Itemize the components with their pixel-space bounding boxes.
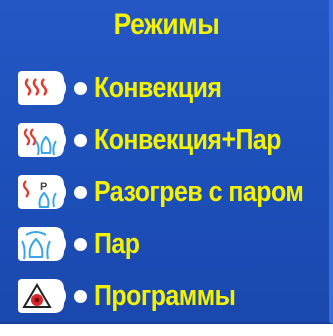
mode-item-programs[interactable]: Программы xyxy=(16,268,333,324)
mode-label: Разогрев с паром xyxy=(94,175,304,208)
convection-steam-icon xyxy=(16,119,68,161)
bullet-dot xyxy=(74,185,87,199)
panel-title: Режимы xyxy=(113,8,220,41)
convection-icon xyxy=(16,67,68,109)
preheat-steam-icon: P xyxy=(16,171,68,213)
mode-item-convection[interactable]: Конвекция xyxy=(16,60,333,116)
mode-label: Программы xyxy=(94,279,236,312)
programs-icon xyxy=(16,275,68,317)
mode-label: Пар xyxy=(94,227,140,260)
bullet-dot xyxy=(74,237,87,251)
bullet-dot xyxy=(74,289,87,303)
steam-icon xyxy=(16,223,68,265)
mode-label: Конвекция+Пар xyxy=(94,123,281,156)
bullet-dot xyxy=(74,81,87,95)
svg-text:P: P xyxy=(40,181,47,193)
mode-item-convection-steam[interactable]: Конвекция+Пар xyxy=(16,112,333,168)
mode-label: Конвекция xyxy=(94,71,222,104)
bullet-dot xyxy=(74,133,87,147)
mode-item-steam[interactable]: Пар xyxy=(16,216,333,272)
mode-item-preheat-steam[interactable]: P Разогрев с паром xyxy=(16,164,333,220)
modes-panel: Режимы Конвекция Конвекция+Пар P Разогре… xyxy=(0,0,333,324)
